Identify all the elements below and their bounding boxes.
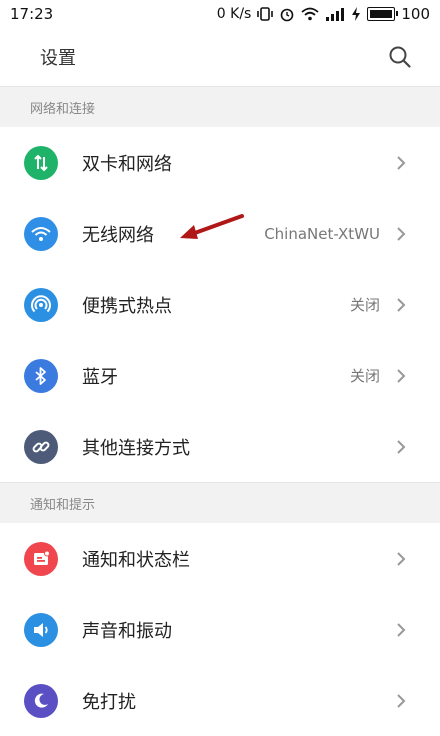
chevron-right-icon: [394, 439, 408, 454]
alarm-icon: [281, 8, 294, 22]
moon-icon: [24, 683, 58, 718]
battery-icon: [367, 7, 399, 21]
row-label: 声音和振动: [82, 620, 172, 642]
row-hotspot[interactable]: 便携式热点 关闭: [0, 269, 440, 340]
chevron-right-icon: [394, 368, 408, 383]
row-label: 免打扰: [82, 691, 136, 713]
chevron-right-icon: [394, 551, 408, 566]
page-header: 设置: [0, 28, 440, 86]
row-label: 便携式热点: [82, 295, 172, 317]
page-title: 设置: [40, 48, 76, 69]
row-dual-sim[interactable]: 双卡和网络: [0, 127, 440, 198]
wifi-icon: [24, 216, 58, 251]
hotspot-icon: [24, 287, 58, 322]
chevron-right-icon: [394, 155, 408, 170]
search-button[interactable]: [386, 43, 414, 71]
sim-swap-icon: [24, 145, 58, 180]
row-value: 关闭: [349, 296, 380, 314]
chevron-right-icon: [394, 622, 408, 637]
row-label: 双卡和网络: [82, 153, 172, 175]
netspeed: 0 K/s: [216, 6, 252, 22]
row-sound[interactable]: 声音和振动: [0, 594, 440, 665]
status-time: 17:23: [10, 5, 54, 23]
vibrate-icon: [257, 7, 274, 21]
battery-level: 100: [401, 5, 430, 23]
bluetooth-icon: [24, 358, 58, 393]
link-icon: [24, 429, 58, 464]
sound-icon: [24, 612, 58, 647]
row-value: ChinaNet-XtWU: [264, 224, 380, 243]
row-notifications[interactable]: 通知和状态栏: [0, 523, 440, 594]
wifi-status-icon: [301, 7, 319, 21]
row-value: 关闭: [349, 367, 380, 385]
row-label: 通知和状态栏: [82, 549, 190, 571]
row-bluetooth[interactable]: 蓝牙 关闭: [0, 340, 440, 411]
charging-icon: [352, 7, 361, 21]
chevron-right-icon: [394, 693, 408, 708]
row-do-not-disturb[interactable]: 免打扰: [0, 665, 440, 736]
chevron-right-icon: [394, 297, 408, 312]
notification-icon: [24, 541, 58, 576]
annotation-arrow-icon: [180, 214, 244, 239]
row-label: 蓝牙: [82, 366, 118, 388]
row-other-connections[interactable]: 其他连接方式: [0, 411, 440, 482]
status-bar: 17:23 0 K/s 100: [0, 0, 440, 28]
section-header-notifications: 通知和提示: [0, 482, 440, 523]
search-icon: [389, 46, 411, 68]
row-label: 其他连接方式: [82, 437, 190, 459]
section-header-network: 网络和连接: [0, 86, 440, 127]
signal-icon: [326, 8, 345, 21]
chevron-right-icon: [394, 226, 408, 241]
